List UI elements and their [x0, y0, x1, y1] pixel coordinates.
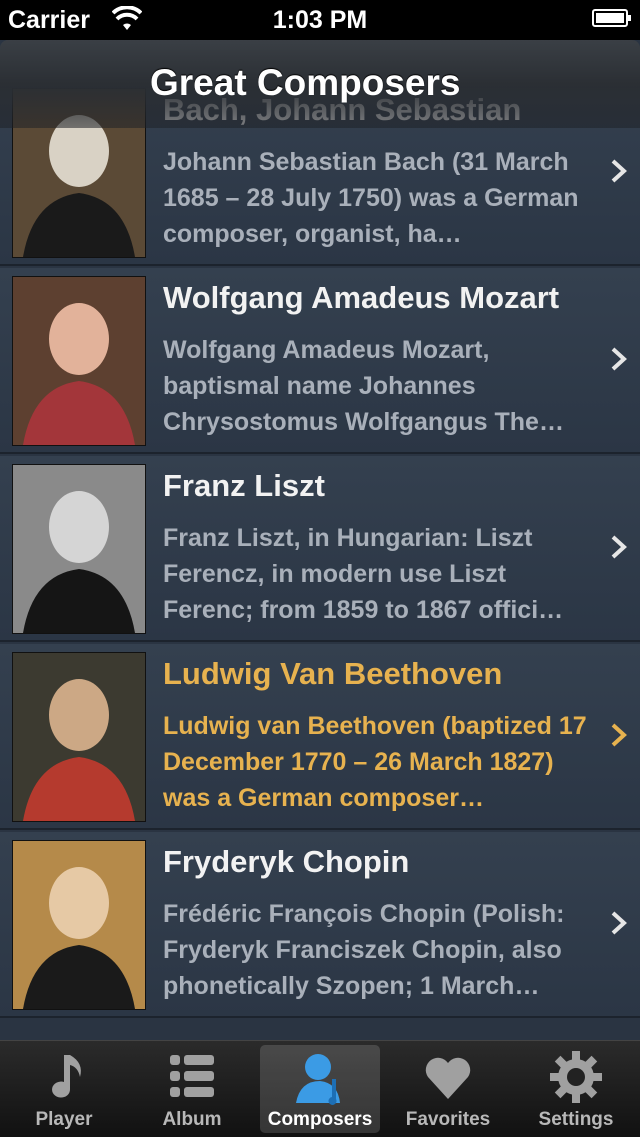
chevron-right-icon: [611, 159, 627, 183]
chevron-right-icon: [611, 723, 627, 747]
list-icon: [170, 1055, 214, 1097]
composer-description: Franz Liszt, in Hungarian: Liszt Ferencz…: [163, 524, 564, 624]
gear-icon: [550, 1051, 602, 1103]
composer-description: Johann Sebastian Bach (31 March 1685 – 2…: [163, 148, 579, 248]
tab-bar: Player Album Composers Favorites Settings: [0, 1040, 640, 1137]
composer-row[interactable]: Franz Liszt Franz Liszt, in Hungarian: Li…: [0, 456, 640, 642]
composer-name: Fryderyk Chopin: [163, 844, 410, 879]
composer-portrait: [12, 840, 146, 1010]
tab-label: Favorites: [405, 1109, 491, 1130]
tab-album[interactable]: Album: [132, 1045, 252, 1133]
tab-label: Composers: [267, 1109, 373, 1130]
clock: 1:03 PM: [272, 6, 368, 34]
composer-description: Ludwig van Beethoven (baptized 17 Decemb…: [163, 712, 587, 812]
composer-list[interactable]: Bach, Johann SebastianJohann Sebastian B…: [0, 88, 640, 1040]
tab-label: Album: [162, 1109, 222, 1130]
tab-label: Settings: [538, 1109, 614, 1130]
page-title: Great Composers: [150, 62, 461, 103]
chevron-right-icon: [611, 347, 627, 371]
status-bar: Carrier 1:03 PM: [0, 0, 640, 40]
composer-name: Franz Liszt: [163, 468, 325, 503]
navigation-bar: Great Composers: [0, 40, 640, 128]
composer-row[interactable]: Wolfgang Amadeus Mozart Wolfgang Amadeus …: [0, 268, 640, 454]
composer-portrait: [12, 652, 146, 822]
composer-row[interactable]: Ludwig Van Beethoven Ludwig van Beethoven…: [0, 644, 640, 830]
tab-settings[interactable]: Settings: [516, 1045, 636, 1133]
chevron-right-icon: [611, 911, 627, 935]
tab-player[interactable]: Player: [4, 1045, 124, 1133]
composer-icon: [296, 1054, 340, 1105]
heart-icon: [425, 1057, 471, 1099]
chevron-right-icon: [611, 535, 627, 559]
tab-composers[interactable]: Composers: [260, 1045, 380, 1133]
composer-description: Wolfgang Amadeus Mozart, baptismal name …: [163, 336, 564, 436]
composer-name: Ludwig Van Beethoven: [163, 656, 503, 691]
composer-description: Frédéric François Chopin (Polish: Fryder…: [163, 900, 565, 1000]
composer-portrait: [12, 276, 146, 446]
composer-name: Wolfgang Amadeus Mozart: [163, 280, 560, 315]
tab-favorites[interactable]: Favorites: [388, 1045, 508, 1133]
music-note-icon: [52, 1055, 81, 1098]
composer-row[interactable]: Fryderyk Chopin Frédéric François Chopin …: [0, 832, 640, 1018]
composer-portrait: [12, 464, 146, 634]
battery-icon: [592, 9, 631, 27]
tab-label: Player: [35, 1109, 93, 1130]
